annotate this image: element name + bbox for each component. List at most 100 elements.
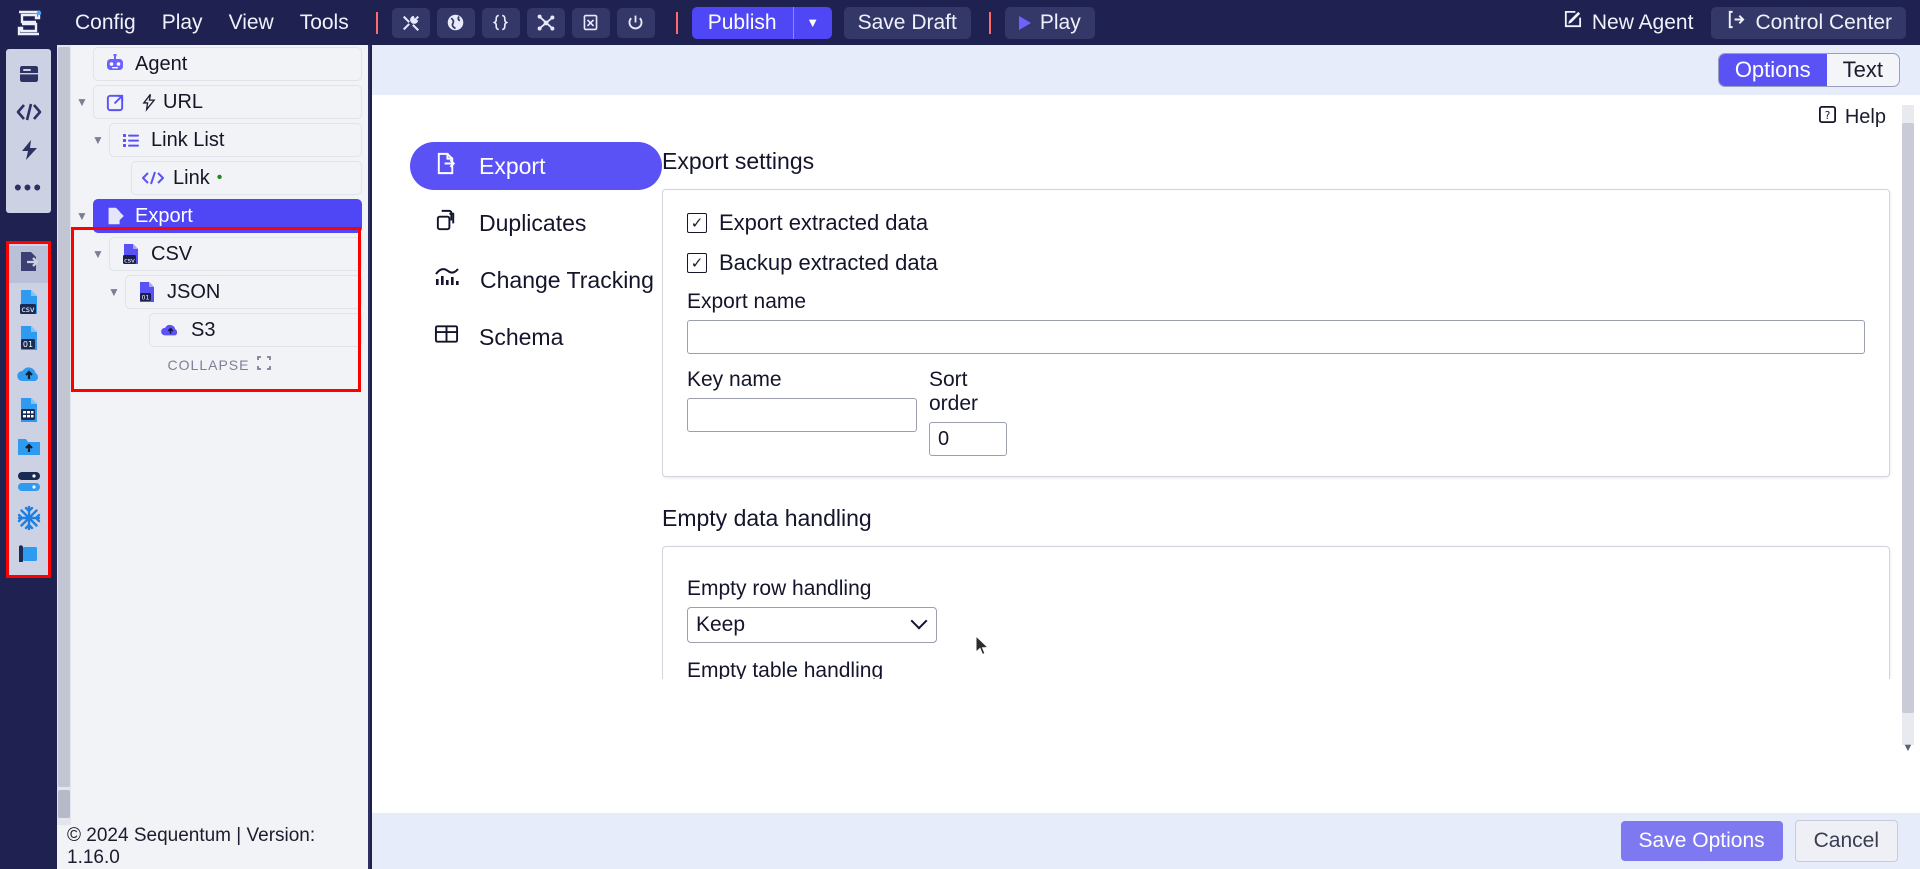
spreadsheet-icon[interactable]: [9, 393, 49, 427]
play-button[interactable]: Play: [1004, 6, 1095, 39]
tree-caret-csv[interactable]: ▼: [87, 237, 109, 271]
help-label: Help: [1844, 106, 1886, 128]
database-icon[interactable]: [9, 465, 49, 499]
lightning-icon[interactable]: [7, 133, 51, 167]
export-extracted-data-checkbox[interactable]: ✓: [687, 213, 707, 233]
top-toolbar: Config Play View Tools Publish ▼ Save Dr…: [0, 0, 1920, 45]
rail-top-group: •••: [6, 49, 51, 213]
tree-node-export[interactable]: Export: [93, 199, 362, 233]
subnav-item-export[interactable]: Export: [410, 142, 662, 190]
empty-row-handling-label: Empty row handling: [687, 577, 872, 600]
key-name-input[interactable]: [687, 398, 917, 432]
globe-icon[interactable]: [436, 7, 475, 38]
rail-export-group: csv 01: [6, 241, 51, 578]
publish-button-group[interactable]: Publish ▼: [691, 6, 832, 39]
subnav-label: Export: [479, 152, 546, 179]
control-center-button[interactable]: Control Center: [1711, 6, 1906, 39]
tree-caret-export[interactable]: ▼: [71, 199, 93, 233]
control-center-label: Control Center: [1755, 10, 1892, 34]
tree-scrollbar-thumb[interactable]: [58, 47, 70, 787]
menu-play[interactable]: Play: [149, 7, 216, 39]
sequentum-logo-icon[interactable]: [14, 8, 44, 38]
rail-export-selected[interactable]: [9, 246, 48, 283]
chevron-down-icon[interactable]: ▼: [794, 7, 832, 39]
graph-icon[interactable]: [526, 7, 565, 38]
tab-options[interactable]: Options: [1718, 54, 1827, 86]
tools-icon[interactable]: [391, 7, 430, 38]
tree-node-json[interactable]: 01 JSON: [125, 275, 362, 309]
publish-button[interactable]: Publish: [692, 7, 793, 39]
tree-node-label: CSV: [151, 242, 193, 265]
tree-node-link[interactable]: Link •: [131, 161, 362, 195]
snowflake-icon[interactable]: [9, 501, 49, 535]
csv-file-icon: csv: [118, 243, 144, 265]
tree-scrollbar[interactable]: [57, 45, 71, 825]
chart-icon: [434, 265, 460, 295]
export-file-icon[interactable]: [571, 7, 610, 38]
tab-text[interactable]: Text: [1827, 54, 1899, 86]
cloud-upload-icon[interactable]: [9, 357, 49, 391]
backup-extracted-data-checkbox[interactable]: ✓: [687, 253, 707, 273]
view-mode-toggle[interactable]: Options Text: [1717, 53, 1900, 87]
save-options-button[interactable]: Save Options: [1620, 821, 1783, 861]
settings-scroll-down-arrow[interactable]: ▼: [1902, 741, 1914, 755]
svg-text:csv: csv: [21, 305, 35, 314]
export-icon: [434, 151, 459, 182]
cancel-button[interactable]: Cancel: [1794, 820, 1898, 862]
settings-form: Export settings ✓ Export extracted data …: [662, 134, 1920, 679]
braces-icon[interactable]: [481, 7, 520, 38]
export-icon: [102, 205, 128, 227]
subnav-label: Duplicates: [479, 209, 587, 236]
parquet-icon[interactable]: [9, 537, 49, 571]
key-name-group: Key name: [687, 358, 917, 456]
backup-extracted-data-label: Backup extracted data: [719, 250, 938, 275]
window-icon[interactable]: [7, 57, 51, 91]
topbar-right-group: New Agent Control Center: [1548, 6, 1906, 39]
settings-card: ? Help Export Duplicates Change Tracking…: [372, 95, 1920, 813]
sort-order-input[interactable]: [929, 422, 1007, 456]
menu-view[interactable]: View: [216, 7, 287, 39]
empty-table-handling-label: Empty table handling: [687, 659, 884, 679]
settings-scrollbar-thumb[interactable]: [1902, 123, 1914, 713]
folder-upload-icon[interactable]: [9, 429, 49, 463]
subnav-item-schema[interactable]: Schema: [410, 313, 662, 361]
tree-node-agent[interactable]: Agent: [93, 47, 362, 81]
subnav-item-change-tracking[interactable]: Change Tracking: [410, 256, 662, 304]
code-icon[interactable]: [7, 95, 51, 129]
menu-tools[interactable]: Tools: [287, 7, 362, 39]
export-extracted-data-row[interactable]: ✓ Export extracted data: [687, 210, 1865, 236]
tree-node-csv[interactable]: csv CSV: [109, 237, 362, 271]
tree-node-list: Agent ▼ URL ▼ Link List Link • ▼ Export …: [71, 45, 368, 373]
tree-caret-link-list[interactable]: ▼: [87, 123, 109, 157]
tree-collapse-control[interactable]: COLLAPSE: [71, 356, 368, 373]
save-draft-button[interactable]: Save Draft: [843, 6, 971, 39]
mouse-cursor: [975, 634, 991, 662]
code-tag-icon: [140, 170, 166, 186]
json-file-icon[interactable]: 01: [9, 321, 49, 355]
new-agent-button[interactable]: New Agent: [1548, 7, 1708, 39]
menu-config[interactable]: Config: [62, 7, 149, 39]
tree-caret-placeholder: [71, 47, 93, 81]
empty-data-handling-panel: Empty row handling Keep Empty table hand…: [662, 546, 1890, 679]
empty-row-handling-select-wrap[interactable]: Keep: [687, 607, 937, 643]
more-icon[interactable]: •••: [7, 171, 51, 205]
tree-node-url[interactable]: URL: [93, 85, 362, 119]
tree-scrollbar-thumb-secondary[interactable]: [58, 790, 70, 818]
power-icon[interactable]: [616, 7, 655, 38]
tree-node-link-list[interactable]: Link List: [109, 123, 362, 157]
key-sort-row: Key name Sort order: [687, 358, 1865, 456]
tree-node-s3[interactable]: S3: [149, 313, 362, 347]
tree-caret-json[interactable]: ▼: [103, 275, 125, 309]
subnav-item-duplicates[interactable]: Duplicates: [410, 199, 662, 247]
tree-caret-url[interactable]: ▼: [71, 85, 93, 119]
collapse-icon: [257, 356, 272, 373]
help-link[interactable]: ? Help: [372, 95, 1920, 134]
play-icon: [1018, 15, 1031, 30]
tree-node-label: URL: [163, 90, 204, 113]
tree-node-label: Agent: [135, 52, 188, 75]
logout-arrow-icon: [1725, 9, 1746, 36]
backup-extracted-data-row[interactable]: ✓ Backup extracted data: [687, 250, 1865, 276]
csv-file-icon[interactable]: csv: [9, 285, 49, 319]
empty-row-handling-select[interactable]: Keep: [687, 607, 937, 643]
export-name-input[interactable]: [687, 320, 1865, 354]
